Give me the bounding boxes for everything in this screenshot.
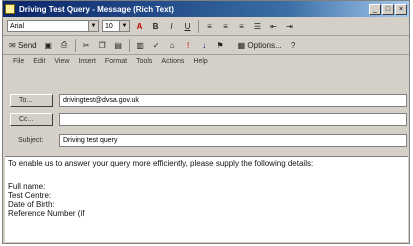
align-center-icon[interactable]: ≡ xyxy=(219,20,232,33)
body-line-date-of-birth: Date of Birth: xyxy=(8,200,55,209)
italic-button[interactable]: I xyxy=(165,20,178,33)
send-button[interactable]: ✉ Send xyxy=(7,39,39,52)
window-controls: _ □ × xyxy=(369,3,407,15)
body-line-full-name: Full name: xyxy=(8,182,46,191)
menu-help[interactable]: Help xyxy=(193,58,207,65)
title-bar[interactable]: Driving Test Query - Message (Rich Text)… xyxy=(3,1,409,17)
importance-high-icon[interactable]: ! xyxy=(182,39,195,52)
check-names-icon[interactable]: ✓ xyxy=(150,39,163,52)
subject-label: Subject: xyxy=(18,137,44,144)
menu-file[interactable]: File xyxy=(13,58,24,65)
to-row: To... drivingtest@dvsa.gov.uk xyxy=(10,94,407,107)
subject-field[interactable]: Driving test query xyxy=(59,134,407,147)
increase-indent-icon[interactable]: ⇥ xyxy=(283,20,296,33)
chevron-down-icon: ▼ xyxy=(88,21,98,31)
toolbar-divider xyxy=(74,38,76,52)
maximize-button[interactable]: □ xyxy=(382,3,394,15)
menu-bar: File Edit View Insert Format Tools Actio… xyxy=(3,55,409,68)
address-book-icon[interactable]: ▥ xyxy=(134,39,147,52)
standard-toolbar: ✉ Send ▣ ⎙ ✂ ❐ ▤ ▥ ✓ ⌂ ! ↓ ⚑ ▦ Options..… xyxy=(3,36,409,55)
options-button[interactable]: ▦ Options... xyxy=(236,39,284,52)
toolbar-divider xyxy=(198,19,199,33)
underline-button[interactable]: U xyxy=(181,20,194,33)
save-icon[interactable]: ▣ xyxy=(42,39,55,52)
bullets-icon[interactable]: ☰ xyxy=(251,20,264,33)
options-button-label: Options... xyxy=(247,40,282,50)
menu-edit[interactable]: Edit xyxy=(33,58,45,65)
formatting-toolbar: Arial ▼ 10 ▼ A B I U ≡ ≡ ≡ ☰ ⇤ ⇥ xyxy=(3,17,409,36)
message-body[interactable]: To enable us to answer your query more e… xyxy=(5,156,408,242)
toolbar-divider xyxy=(128,38,130,52)
cc-row: Cc... xyxy=(10,113,407,126)
window-title: Driving Test Query - Message (Rich Text) xyxy=(19,4,174,14)
menu-view[interactable]: View xyxy=(54,58,69,65)
to-button[interactable]: To... xyxy=(10,94,53,107)
menu-format[interactable]: Format xyxy=(105,58,127,65)
decrease-indent-icon[interactable]: ⇤ xyxy=(267,20,280,33)
font-color-button[interactable]: A xyxy=(133,20,146,33)
size-select-value: 10 xyxy=(105,22,113,30)
align-left-icon[interactable]: ≡ xyxy=(203,20,216,33)
menu-insert[interactable]: Insert xyxy=(78,58,96,65)
paste-icon[interactable]: ▤ xyxy=(112,39,125,52)
size-select[interactable]: 10 ▼ xyxy=(102,20,130,32)
body-intro: To enable us to answer your query more e… xyxy=(8,159,314,168)
subject-row: Subject: Driving test query xyxy=(10,134,407,147)
minimize-button[interactable]: _ xyxy=(369,3,381,15)
importance-low-icon[interactable]: ↓ xyxy=(198,39,211,52)
menu-actions[interactable]: Actions xyxy=(161,58,184,65)
cc-field[interactable] xyxy=(59,113,407,126)
print-icon[interactable]: ⎙ xyxy=(58,39,71,52)
close-button[interactable]: × xyxy=(395,3,407,15)
cc-button[interactable]: Cc... xyxy=(10,113,53,126)
body-line-test-centre: Test Centre: xyxy=(8,191,52,200)
menu-tools[interactable]: Tools xyxy=(136,58,152,65)
to-field[interactable]: drivingtest@dvsa.gov.uk xyxy=(59,94,407,107)
envelope-icon xyxy=(5,4,15,14)
message-window: Driving Test Query - Message (Rich Text)… xyxy=(2,0,410,244)
help-icon[interactable]: ? xyxy=(287,39,300,52)
font-select[interactable]: Arial ▼ xyxy=(7,20,99,32)
attach-icon[interactable]: ⌂ xyxy=(166,39,179,52)
flag-icon[interactable]: ⚑ xyxy=(214,39,227,52)
chevron-down-icon: ▼ xyxy=(119,21,129,31)
font-select-value: Arial xyxy=(10,22,25,30)
body-line-reference-number: Reference Number (if xyxy=(8,209,85,218)
align-right-icon[interactable]: ≡ xyxy=(235,20,248,33)
send-button-label: Send xyxy=(17,40,37,50)
copy-icon[interactable]: ❐ xyxy=(96,39,109,52)
cut-icon[interactable]: ✂ xyxy=(80,39,93,52)
bold-button[interactable]: B xyxy=(149,20,162,33)
